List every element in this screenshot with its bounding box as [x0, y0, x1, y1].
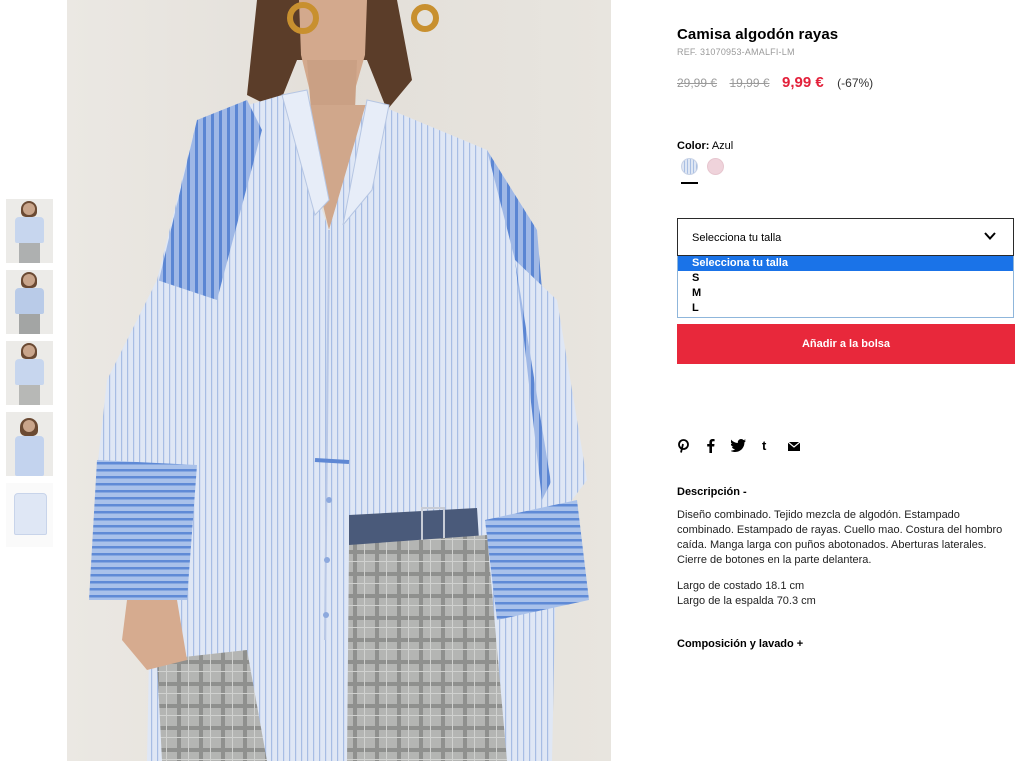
twitter-icon[interactable]: [731, 439, 746, 452]
color-value: Azul: [711, 140, 734, 152]
facebook-icon[interactable]: [706, 439, 715, 453]
thumbnail-list: [6, 199, 53, 554]
tumblr-icon[interactable]: t: [762, 438, 766, 454]
pinterest-icon[interactable]: [677, 439, 690, 453]
measure-side-length: Largo de costado 18.1 cm: [677, 580, 805, 592]
price-sale: 9,99 €: [782, 74, 824, 91]
thumbnail-1[interactable]: [6, 199, 53, 263]
product-photo-illustration: [89, 0, 589, 761]
discount-badge: (-67%): [837, 76, 874, 90]
share-icons: t: [677, 438, 817, 454]
price-previous: 19,99 €: [729, 76, 770, 90]
size-option-placeholder[interactable]: Selecciona tu talla: [678, 256, 1013, 271]
size-option-s[interactable]: S: [678, 271, 1013, 286]
product-reference: REF. 31070953-AMALFI-LM: [677, 47, 795, 57]
swatch-blue-stripe[interactable]: [681, 158, 698, 175]
color-swatches: [681, 158, 741, 188]
thumbnail-3[interactable]: [6, 341, 53, 405]
composition-heading[interactable]: Composición y lavado +: [677, 638, 803, 650]
thumbnail-2[interactable]: [6, 270, 53, 334]
size-select-value: Selecciona tu talla: [692, 232, 782, 244]
price-block: 29,99 € 19,99 € 9,99 € (-67%): [677, 74, 873, 92]
selected-swatch-indicator: [681, 182, 698, 184]
product-title: Camisa algodón rayas: [677, 26, 839, 43]
price-original: 29,99 €: [677, 76, 718, 90]
add-to-bag-button[interactable]: Añadir a la bolsa: [677, 324, 1015, 364]
description-text: Diseño combinado. Tejido mezcla de algod…: [677, 509, 1003, 566]
chevron-down-icon: [984, 232, 996, 240]
size-option-l[interactable]: L: [678, 301, 1013, 316]
description-heading[interactable]: Descripción -: [677, 486, 747, 498]
size-dropdown-list: Selecciona tu talla S M L: [677, 256, 1014, 318]
measurements: Largo de costado 18.1 cm Largo de la esp…: [677, 579, 816, 609]
thumbnail-5[interactable]: [6, 483, 53, 547]
color-label-row: Color: Azul: [677, 140, 733, 152]
email-icon[interactable]: [788, 442, 800, 451]
color-label: Color:: [677, 140, 710, 152]
product-main-image: [67, 0, 611, 761]
size-select[interactable]: Selecciona tu talla: [677, 218, 1014, 256]
size-option-m[interactable]: M: [678, 286, 1013, 301]
measure-back-length: Largo de la espalda 70.3 cm: [677, 595, 816, 607]
thumbnail-4[interactable]: [6, 412, 53, 476]
swatch-pink[interactable]: [707, 158, 724, 175]
